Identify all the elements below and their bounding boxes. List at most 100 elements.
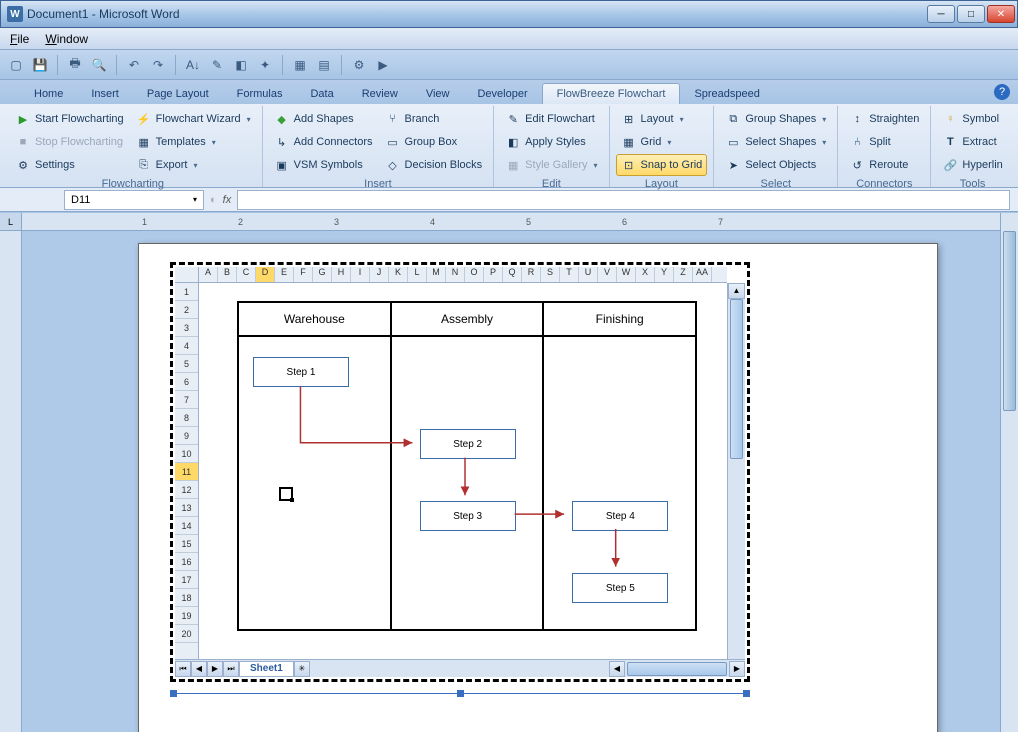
- col-I[interactable]: I: [351, 267, 370, 282]
- col-F[interactable]: F: [294, 267, 313, 282]
- snap-to-grid-button[interactable]: ⊡Snap to Grid: [616, 154, 708, 176]
- tab-review[interactable]: Review: [348, 84, 412, 104]
- row-19[interactable]: 19: [175, 607, 198, 625]
- tab-spreadspeed[interactable]: Spreadspeed: [680, 84, 773, 104]
- add-shapes-button[interactable]: ◆Add Shapes: [269, 108, 378, 130]
- col-B[interactable]: B: [218, 267, 237, 282]
- run-icon[interactable]: ▶: [373, 55, 393, 75]
- col-N[interactable]: N: [446, 267, 465, 282]
- tab-formulas[interactable]: Formulas: [223, 84, 297, 104]
- menu-file[interactable]: File: [4, 30, 35, 48]
- col-D[interactable]: D: [256, 267, 275, 282]
- vsm-symbols-button[interactable]: ▣VSM Symbols: [269, 154, 378, 176]
- style-gallery-button[interactable]: ▦Style Gallery▾: [500, 154, 602, 176]
- step-4-box[interactable]: Step 4: [572, 501, 668, 531]
- col-G[interactable]: G: [313, 267, 332, 282]
- name-box[interactable]: D11 ▾: [64, 190, 204, 210]
- symbol-button[interactable]: ♀Symbol: [937, 108, 1007, 130]
- row-4[interactable]: 4: [175, 337, 198, 355]
- templates-button[interactable]: ▦Templates▾: [131, 131, 256, 153]
- highlight-icon[interactable]: ◧: [231, 55, 251, 75]
- step-2-box[interactable]: Step 2: [420, 429, 516, 459]
- menu-window[interactable]: Window: [39, 30, 94, 48]
- tab-insert[interactable]: Insert: [77, 84, 133, 104]
- save-icon[interactable]: 💾: [30, 55, 50, 75]
- tab-page-layout[interactable]: Page Layout: [133, 84, 223, 104]
- tab-home[interactable]: Home: [20, 84, 77, 104]
- paint-icon[interactable]: ✎: [207, 55, 227, 75]
- group-shapes-button[interactable]: ⧉Group Shapes▾: [720, 108, 831, 130]
- col-K[interactable]: K: [389, 267, 408, 282]
- embedded-spreadsheet[interactable]: ABCDEFGHIJKLMNOPQRSTUVWXYZAA 12345678910…: [170, 262, 750, 682]
- new-icon[interactable]: ▢: [6, 55, 26, 75]
- flowchart-icon[interactable]: ⚙: [349, 55, 369, 75]
- row-9[interactable]: 9: [175, 427, 198, 445]
- col-Z[interactable]: Z: [674, 267, 693, 282]
- cleanup-icon[interactable]: ✦: [255, 55, 275, 75]
- new-sheet-button[interactable]: ✳: [294, 661, 310, 677]
- row-7[interactable]: 7: [175, 391, 198, 409]
- col-V[interactable]: V: [598, 267, 617, 282]
- step-5-box[interactable]: Step 5: [572, 573, 668, 603]
- select-objects-button[interactable]: ➤Select Objects: [720, 154, 831, 176]
- col-L[interactable]: L: [408, 267, 427, 282]
- row-headers[interactable]: 1234567891011121314151617181920: [175, 283, 199, 659]
- step-1-box[interactable]: Step 1: [253, 357, 349, 387]
- layout-button[interactable]: ⊞Layout▾: [616, 108, 708, 130]
- row-17[interactable]: 17: [175, 571, 198, 589]
- reroute-button[interactable]: ↺Reroute: [844, 154, 924, 176]
- sheet-tab[interactable]: Sheet1: [239, 661, 294, 677]
- split-button[interactable]: ⑃Split: [844, 131, 924, 153]
- stop-flowcharting-button[interactable]: ■Stop Flowcharting: [10, 131, 129, 153]
- vertical-scrollbar[interactable]: [1000, 213, 1018, 732]
- tab-data[interactable]: Data: [296, 84, 347, 104]
- col-W[interactable]: W: [617, 267, 636, 282]
- maximize-button[interactable]: □: [957, 5, 985, 23]
- export-button[interactable]: ⎘Export▾: [131, 154, 256, 176]
- col-Q[interactable]: Q: [503, 267, 522, 282]
- flowchart-wizard-button[interactable]: ⚡Flowchart Wizard▾: [131, 108, 256, 130]
- row-5[interactable]: 5: [175, 355, 198, 373]
- apply-styles-button[interactable]: ◧Apply Styles: [500, 131, 602, 153]
- col-E[interactable]: E: [275, 267, 294, 282]
- grid-button[interactable]: ▦Grid▾: [616, 131, 708, 153]
- tool2-icon[interactable]: ▤: [314, 55, 334, 75]
- branch-button[interactable]: ⑂Branch: [380, 108, 488, 130]
- step-3-box[interactable]: Step 3: [420, 501, 516, 531]
- col-P[interactable]: P: [484, 267, 503, 282]
- group-box-button[interactable]: ▭Group Box: [380, 131, 488, 153]
- col-S[interactable]: S: [541, 267, 560, 282]
- col-H[interactable]: H: [332, 267, 351, 282]
- help-icon[interactable]: ?: [994, 84, 1010, 100]
- hyperlink-button[interactable]: 🔗Hyperlin: [937, 154, 1007, 176]
- col-AA[interactable]: AA: [693, 267, 712, 282]
- row-18[interactable]: 18: [175, 589, 198, 607]
- row-1[interactable]: 1: [175, 283, 198, 301]
- col-U[interactable]: U: [579, 267, 598, 282]
- col-M[interactable]: M: [427, 267, 446, 282]
- add-connectors-button[interactable]: ↳Add Connectors: [269, 131, 378, 153]
- start-flowcharting-button[interactable]: ▶Start Flowcharting: [10, 108, 129, 130]
- row-8[interactable]: 8: [175, 409, 198, 427]
- redo-icon[interactable]: ↷: [148, 55, 168, 75]
- print-preview-icon[interactable]: 🔍: [89, 55, 109, 75]
- col-Y[interactable]: Y: [655, 267, 674, 282]
- row-3[interactable]: 3: [175, 319, 198, 337]
- embedded-horizontal-scrollbar[interactable]: ⏮◀▶⏭ Sheet1 ✳ ◀▶: [175, 659, 745, 677]
- col-C[interactable]: C: [237, 267, 256, 282]
- row-2[interactable]: 2: [175, 301, 198, 319]
- row-13[interactable]: 13: [175, 499, 198, 517]
- col-T[interactable]: T: [560, 267, 579, 282]
- tab-view[interactable]: View: [412, 84, 464, 104]
- row-16[interactable]: 16: [175, 553, 198, 571]
- row-14[interactable]: 14: [175, 517, 198, 535]
- col-J[interactable]: J: [370, 267, 389, 282]
- col-O[interactable]: O: [465, 267, 484, 282]
- edit-flowchart-button[interactable]: ✎Edit Flowchart: [500, 108, 602, 130]
- close-button[interactable]: ✕: [987, 5, 1015, 23]
- row-11[interactable]: 11: [175, 463, 198, 481]
- settings-button[interactable]: ⚙Settings: [10, 154, 129, 176]
- row-15[interactable]: 15: [175, 535, 198, 553]
- col-X[interactable]: X: [636, 267, 655, 282]
- decision-blocks-button[interactable]: ◇Decision Blocks: [380, 154, 488, 176]
